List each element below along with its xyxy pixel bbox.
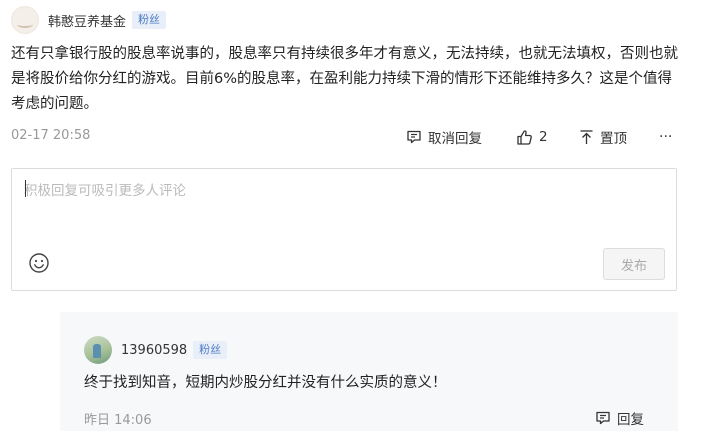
like-count: 2 bbox=[539, 129, 548, 145]
comment-bubble-icon bbox=[407, 130, 421, 144]
cancel-reply-label: 取消回复 bbox=[428, 131, 482, 147]
comment-bubble-icon bbox=[596, 411, 610, 425]
pin-top-icon bbox=[580, 130, 593, 144]
pin-top-label: 置顶 bbox=[600, 131, 627, 147]
sub-reply-text: 终于找到知音，短期内炒股分红并没有什么实质的意义！ bbox=[84, 375, 447, 391]
smiley-icon bbox=[29, 253, 49, 273]
avatar[interactable] bbox=[11, 6, 39, 34]
sub-reply-header: 13960598 粉丝 bbox=[84, 336, 228, 364]
fan-badge: 粉丝 bbox=[132, 11, 167, 29]
sub-reply: 13960598 粉丝 终于找到知音，短期内炒股分红并没有什么实质的意义！ 昨日… bbox=[60, 312, 678, 431]
fan-badge: 粉丝 bbox=[193, 341, 228, 359]
comment-username[interactable]: 韩憨豆养基金 bbox=[48, 11, 126, 30]
more-dots-icon: ··· bbox=[659, 129, 673, 145]
comment-meta-row: 02-17 20:58 取消回复 2 置顶 ··· bbox=[11, 126, 679, 148]
pin-top-button[interactable]: 置顶 bbox=[579, 126, 627, 148]
comment-text: 还有只拿银行股的股息率说事的，股息率只有持续很多年才有意义，无法持续，也就无法填… bbox=[11, 46, 678, 112]
comment-time: 02-17 20:58 bbox=[11, 128, 91, 143]
more-button[interactable]: ··· bbox=[659, 126, 672, 148]
cancel-reply-button[interactable]: 取消回复 bbox=[406, 126, 482, 148]
sub-reply-username[interactable]: 13960598 bbox=[121, 343, 187, 358]
reply-button[interactable]: 回复 bbox=[595, 407, 644, 429]
text-caret bbox=[25, 180, 26, 197]
reply-input[interactable] bbox=[24, 179, 664, 239]
thumbs-up-icon bbox=[517, 129, 532, 145]
reply-box: 发布 bbox=[11, 168, 677, 291]
reply-label: 回复 bbox=[617, 412, 644, 428]
sub-reply-time: 昨日 14:06 bbox=[84, 413, 152, 428]
publish-button[interactable]: 发布 bbox=[603, 248, 665, 280]
comment-thread: 韩憨豆养基金 粉丝 还有只拿银行股的股息率说事的，股息率只有持续很多年才有意义，… bbox=[0, 0, 725, 431]
comment-header: 韩憨豆养基金 粉丝 bbox=[11, 6, 167, 34]
like-button[interactable]: 2 bbox=[516, 126, 548, 148]
emoji-button[interactable] bbox=[28, 252, 50, 274]
avatar[interactable] bbox=[84, 336, 112, 364]
